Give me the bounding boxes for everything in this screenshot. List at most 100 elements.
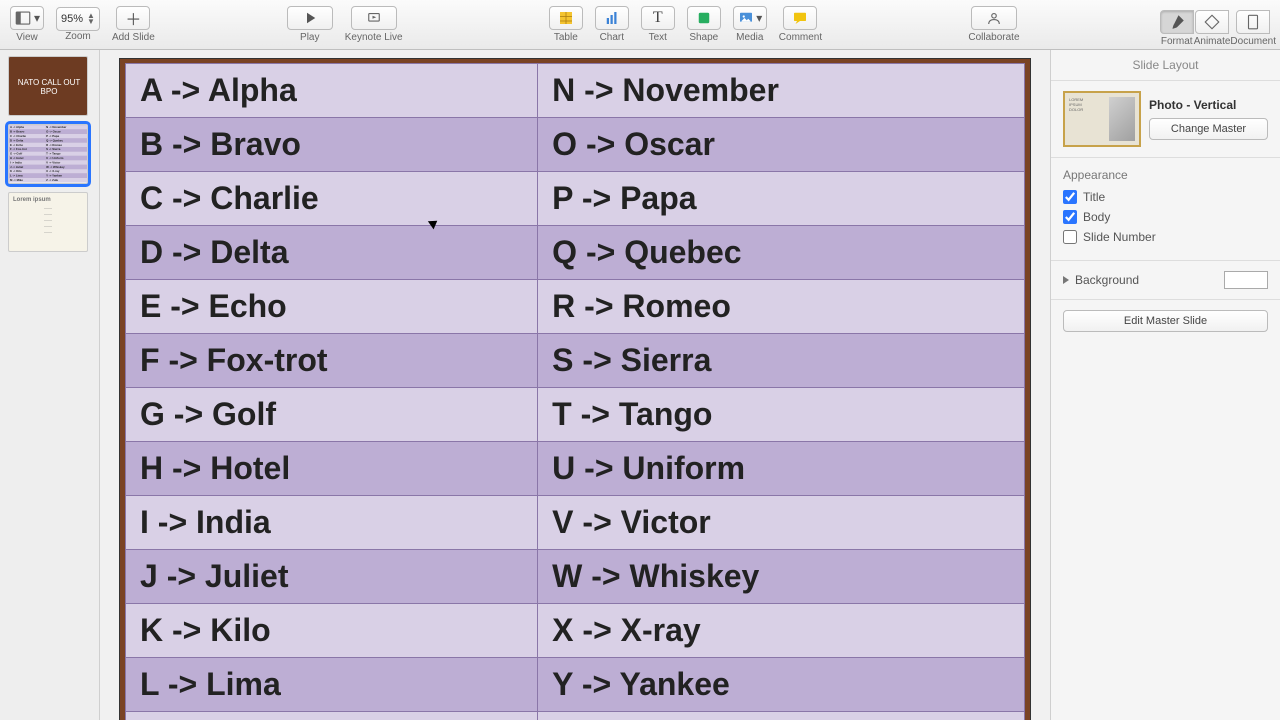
table-cell[interactable]: J -> Juliet [126,550,538,604]
table-row[interactable]: G -> GolfT -> Tango [126,388,1025,442]
table-cell[interactable]: D -> Delta [126,226,538,280]
table-row[interactable]: A -> AlphaN -> November [126,64,1025,118]
change-master-button[interactable]: Change Master [1149,118,1268,140]
slide-thumb-2[interactable]: A -> AlphaN -> NovemberB -> BravoO -> Os… [8,124,88,184]
shape-button[interactable]: Shape [681,0,727,50]
format-tab[interactable]: Format [1160,4,1194,54]
master-thumbnail[interactable]: LOREMIPSUMDOLOR [1063,91,1141,147]
document-icon [1244,13,1262,31]
media-icon [737,9,755,27]
table-cell[interactable]: R -> Romeo [538,280,1025,334]
table-row[interactable]: J -> JulietW -> Whiskey [126,550,1025,604]
table-cell[interactable]: N -> November [538,64,1025,118]
table-row[interactable]: B -> BravoO -> Oscar [126,118,1025,172]
table-cell[interactable]: T -> Tango [538,388,1025,442]
table-cell[interactable]: O -> Oscar [538,118,1025,172]
title-checkbox[interactable]: Title [1063,190,1268,204]
nato-table[interactable]: A -> AlphaN -> NovemberB -> BravoO -> Os… [125,63,1025,720]
table-cell[interactable]: A -> Alpha [126,64,538,118]
keynote-live-label: Keynote Live [345,32,403,43]
table-row[interactable]: F -> Fox-trotS -> Sierra [126,334,1025,388]
table-cell[interactable]: S -> Sierra [538,334,1025,388]
table-row[interactable]: E -> EchoR -> Romeo [126,280,1025,334]
stepper-arrows-icon: ▲▼ [87,13,95,25]
text-icon: T [653,9,663,27]
media-button[interactable]: ▾ Media [727,0,773,50]
table-cell[interactable]: F -> Fox-trot [126,334,538,388]
view-menu[interactable]: ▾ View [4,0,50,50]
comment-label: Comment [779,32,822,43]
add-slide-button[interactable]: ＋ Add Slide [106,0,161,50]
body-checkbox-label: Body [1083,210,1110,224]
inspector-panel: Slide Layout LOREMIPSUMDOLOR Photo - Ver… [1050,50,1280,720]
table-cell[interactable]: K -> Kilo [126,604,538,658]
slide[interactable]: A -> AlphaN -> NovemberB -> BravoO -> Os… [119,58,1031,720]
zoom-label: Zoom [65,31,91,42]
chart-label: Chart [600,32,624,43]
table-button[interactable]: Table [543,0,589,50]
table-cell[interactable]: B -> Bravo [126,118,538,172]
table-cell[interactable]: E -> Echo [126,280,538,334]
chart-button[interactable]: Chart [589,0,635,50]
keynote-live-button[interactable]: Keynote Live [339,0,409,50]
zoom-value: 95% [61,13,83,25]
table-cell[interactable]: Z -> Zulu [538,712,1025,720]
master-name: Photo - Vertical [1149,98,1268,112]
document-tab[interactable]: Document [1230,4,1276,54]
table-cell[interactable]: W -> Whiskey [538,550,1025,604]
slide-navigator[interactable]: NATO CALL OUT BPO A -> AlphaN -> Novembe… [0,50,100,720]
collaborate-label: Collaborate [968,32,1019,43]
table-cell[interactable]: P -> Papa [538,172,1025,226]
slide-number-checkbox-label: Slide Number [1083,230,1156,244]
edit-master-button[interactable]: Edit Master Slide [1063,310,1268,332]
table-cell[interactable]: Q -> Quebec [538,226,1025,280]
table-cell[interactable]: Y -> Yankee [538,658,1025,712]
table-cell[interactable]: M -> Mike [126,712,538,720]
table-cell[interactable]: V -> Victor [538,496,1025,550]
table-cell[interactable]: C -> Charlie [126,172,538,226]
zoom-control[interactable]: 95% ▲▼ Zoom [50,0,106,50]
play-button[interactable]: Play [281,0,339,50]
slide-thumb-1[interactable]: NATO CALL OUT BPO [8,56,88,116]
table-icon [557,9,575,27]
table-cell[interactable]: H -> Hotel [126,442,538,496]
table-cell[interactable]: L -> Lima [126,658,538,712]
slide-number-checkbox-input[interactable] [1063,230,1077,244]
slide-thumb-3[interactable]: Lorem ipsum —————————— [8,192,88,252]
title-checkbox-input[interactable] [1063,190,1077,204]
table-row[interactable]: L -> LimaY -> Yankee [126,658,1025,712]
background-color-swatch[interactable] [1224,271,1268,289]
text-button[interactable]: T Text [635,0,681,50]
table-row[interactable]: I -> IndiaV -> Victor [126,496,1025,550]
shape-label: Shape [689,32,718,43]
body-checkbox-input[interactable] [1063,210,1077,224]
table-row[interactable]: D -> DeltaQ -> Quebec [126,226,1025,280]
body-checkbox[interactable]: Body [1063,210,1268,224]
appearance-heading: Appearance [1063,168,1268,182]
comment-button[interactable]: Comment [773,0,828,50]
main-area: NATO CALL OUT BPO A -> AlphaN -> Novembe… [0,50,1280,720]
table-cell[interactable]: I -> India [126,496,538,550]
format-label: Format [1161,36,1193,47]
text-label: Text [649,32,667,43]
table-cell[interactable]: G -> Golf [126,388,538,442]
title-checkbox-label: Title [1083,190,1105,204]
background-row[interactable]: Background [1063,271,1268,289]
add-slide-label: Add Slide [112,32,155,43]
diamond-icon [1203,13,1221,31]
table-cell[interactable]: X -> X-ray [538,604,1025,658]
play-icon [301,9,319,27]
table-cell[interactable]: U -> Uniform [538,442,1025,496]
table-row[interactable]: H -> HotelU -> Uniform [126,442,1025,496]
slide-thumb-1-title: NATO CALL OUT BPO [9,57,88,116]
slide-number-checkbox[interactable]: Slide Number [1063,230,1268,244]
collaborate-button[interactable]: Collaborate [962,0,1025,50]
slide-canvas[interactable]: A -> AlphaN -> NovemberB -> BravoO -> Os… [100,50,1050,720]
table-row[interactable]: C -> CharlieP -> Papa [126,172,1025,226]
shape-icon [695,9,713,27]
plus-icon: ＋ [125,6,141,30]
animate-tab[interactable]: Animate [1194,4,1231,54]
table-row[interactable]: K -> KiloX -> X-ray [126,604,1025,658]
inspector-heading: Slide Layout [1051,50,1280,81]
table-row[interactable]: M -> MikeZ -> Zulu [126,712,1025,720]
